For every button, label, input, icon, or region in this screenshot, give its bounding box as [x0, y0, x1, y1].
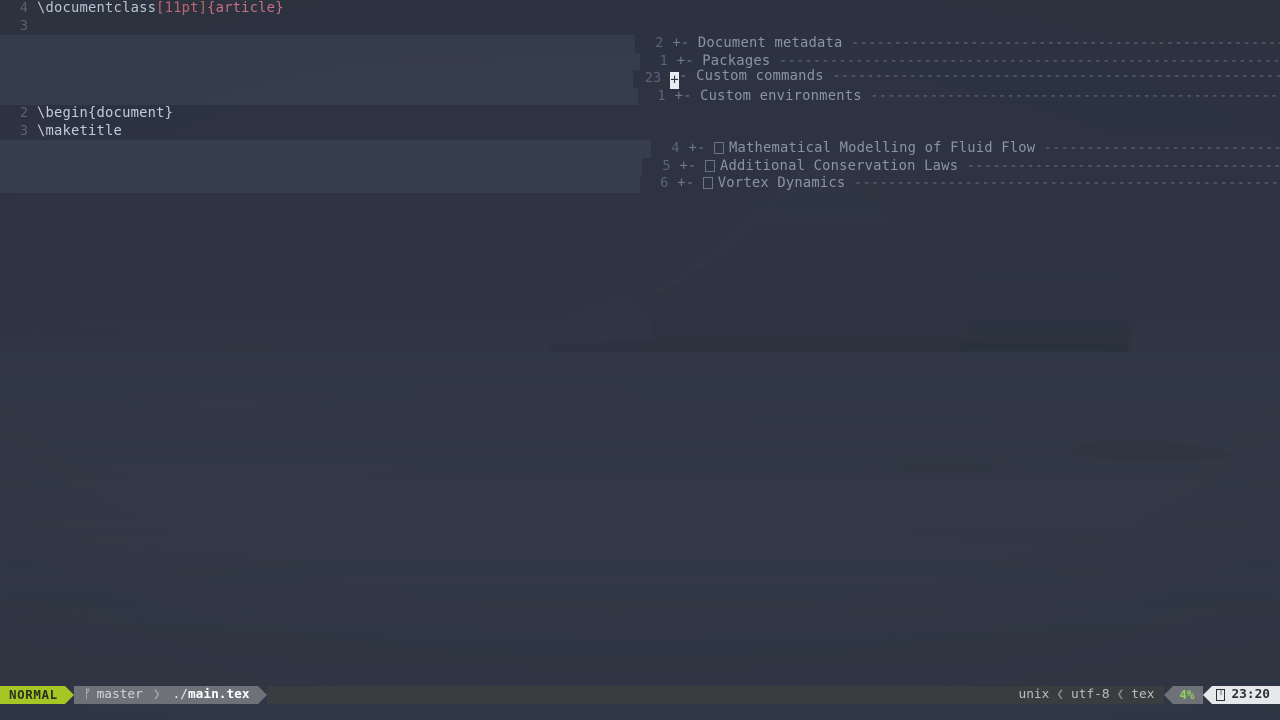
mode-indicator: NORMAL [0, 686, 65, 704]
fold-row[interactable]: 2 +- Document metadata -----------------… [0, 35, 1280, 53]
line-number: 2 [19, 105, 28, 121]
fold-row-background [0, 52, 640, 70]
line-content[interactable]: \documentclass[11pt]{article} [28, 0, 1280, 18]
fold-row-background [0, 157, 643, 175]
latex-option: [11pt] [156, 0, 208, 16]
branch-file-separator: ❯ [150, 686, 163, 704]
fold-marker[interactable]: +- [677, 53, 694, 69]
text-editor-buffer[interactable]: 4 \documentclass[11pt]{article} 3 2 +- D… [0, 0, 1280, 686]
line-content[interactable]: +- Vortex Dynamics ---------------------… [668, 175, 1280, 193]
fold-title: Custom environments [700, 87, 862, 104]
line-number: 3 [19, 17, 28, 34]
line-content[interactable]: +- Document metadata -------------------… [663, 35, 1280, 53]
line-content[interactable]: +- Custom environments -----------------… [666, 88, 1280, 106]
clock-section: ▯ 23:20 [1212, 686, 1280, 704]
statusline: NORMAL ᚠ master ❯ ./main.tex unix ❮ utf-8… [0, 686, 1280, 704]
fold-marker[interactable]: - [679, 68, 688, 84]
statusline-filler [266, 686, 1011, 704]
filetype: tex [1131, 687, 1155, 702]
line-number: 6 [660, 175, 669, 191]
fold-row-background [0, 35, 636, 53]
battery-icon: ▯ [1216, 689, 1226, 701]
filename-section[interactable]: ./main.tex [162, 686, 258, 704]
section-glyph-icon [702, 177, 713, 189]
fold-row-current[interactable]: 23 +- Custom commands ------------------… [0, 68, 1280, 90]
line-content[interactable]: +- Custom commands ---------------------… [661, 68, 1280, 90]
file-directory: ./ [172, 687, 188, 702]
line-content[interactable]: +- Mathematical Modelling of Fluid Flow … [679, 140, 1280, 158]
fold-fill: ----------------------------------------… [832, 68, 1280, 85]
fold-marker[interactable]: +- [679, 158, 696, 174]
latex-command: \begin{document} [37, 105, 174, 121]
section-glyph-icon [714, 142, 725, 154]
fold-fill: ----------------------------------------… [851, 35, 1280, 51]
line-content[interactable]: +- Additional Conservation Laws --------… [670, 158, 1280, 176]
clock-section-arrow [1203, 686, 1213, 704]
editor-line[interactable]: 4 \documentclass[11pt]{article} [0, 0, 1280, 18]
fold-row[interactable]: 5 +- Additional Conservation Laws ------… [0, 157, 1280, 176]
line-content[interactable]: \maketitle [28, 123, 1280, 141]
line-content[interactable]: \begin{document} [28, 105, 1280, 123]
fold-row-background [0, 87, 638, 105]
chevron-left-icon: ❮ [1056, 687, 1065, 702]
fold-fill: ----------------------------------------… [870, 87, 1280, 104]
line-number: 5 [662, 157, 671, 174]
fold-fill: ----------------------------------------… [966, 157, 1280, 174]
editor-line[interactable]: 2 \begin{document} [0, 105, 1280, 123]
line-number: 3 [19, 122, 28, 139]
clock-time: 23:20 [1231, 687, 1270, 702]
fold-title: Document metadata [697, 35, 843, 51]
line-number: 4 [19, 0, 28, 16]
line-number: 23 [644, 70, 662, 86]
fold-marker[interactable]: +- [672, 35, 689, 51]
fold-fill: ----------------------------------------… [853, 175, 1280, 191]
fold-title: Packages [702, 52, 771, 69]
fold-title: Mathematical Modelling of Fluid Flow [729, 140, 1036, 156]
fold-marker[interactable]: +- [677, 175, 694, 191]
fold-title: Vortex Dynamics [717, 175, 846, 191]
git-branch-section[interactable]: ᚠ master [73, 686, 151, 704]
section-glyph-icon [705, 159, 716, 172]
editor-line[interactable]: 3 [0, 18, 1280, 36]
file-info-section: unix ❮ utf-8 ❮ tex [1010, 686, 1165, 704]
fold-row[interactable]: 1 +- Custom environments ---------------… [0, 87, 1280, 106]
fold-row[interactable]: 4 +- Mathematical Modelling of Fluid Flo… [0, 140, 1280, 158]
file-section-arrow [257, 686, 267, 704]
file-encoding: utf-8 [1071, 687, 1110, 702]
latex-argument: {article} [207, 0, 284, 16]
line-number: 4 [671, 140, 680, 156]
chevron-left-icon: ❮ [1116, 687, 1125, 702]
fold-title: Additional Conservation Laws [720, 157, 959, 174]
fold-marker[interactable]: +- [675, 88, 692, 104]
file-name: main.tex [187, 687, 250, 702]
fold-fill: ----------------------------------------… [1043, 140, 1280, 156]
latex-command: \documentclass [37, 0, 157, 16]
git-branch-name: master [96, 687, 143, 702]
fold-marker[interactable]: +- [688, 140, 705, 156]
fold-row[interactable]: 6 +- Vortex Dynamics -------------------… [0, 175, 1280, 193]
latex-command: \maketitle [37, 122, 123, 139]
fold-row-background [0, 70, 634, 88]
line-number: 2 [655, 35, 664, 51]
mode-separator-arrow [64, 686, 74, 704]
git-branch-icon: ᚠ [83, 687, 92, 702]
fold-row-background [0, 140, 652, 158]
chevron-right-icon: ❯ [152, 687, 161, 702]
scroll-percent: 4% [1173, 686, 1204, 704]
line-number: 1 [657, 87, 666, 104]
editor-line[interactable]: 3 \maketitle [0, 123, 1280, 141]
fold-fill: ----------------------------------------… [778, 52, 1280, 69]
fold-row-background [0, 175, 641, 193]
fold-title: Custom commands [696, 68, 824, 85]
percent-section-arrow [1164, 686, 1174, 704]
fileformat: unix [1018, 687, 1050, 702]
